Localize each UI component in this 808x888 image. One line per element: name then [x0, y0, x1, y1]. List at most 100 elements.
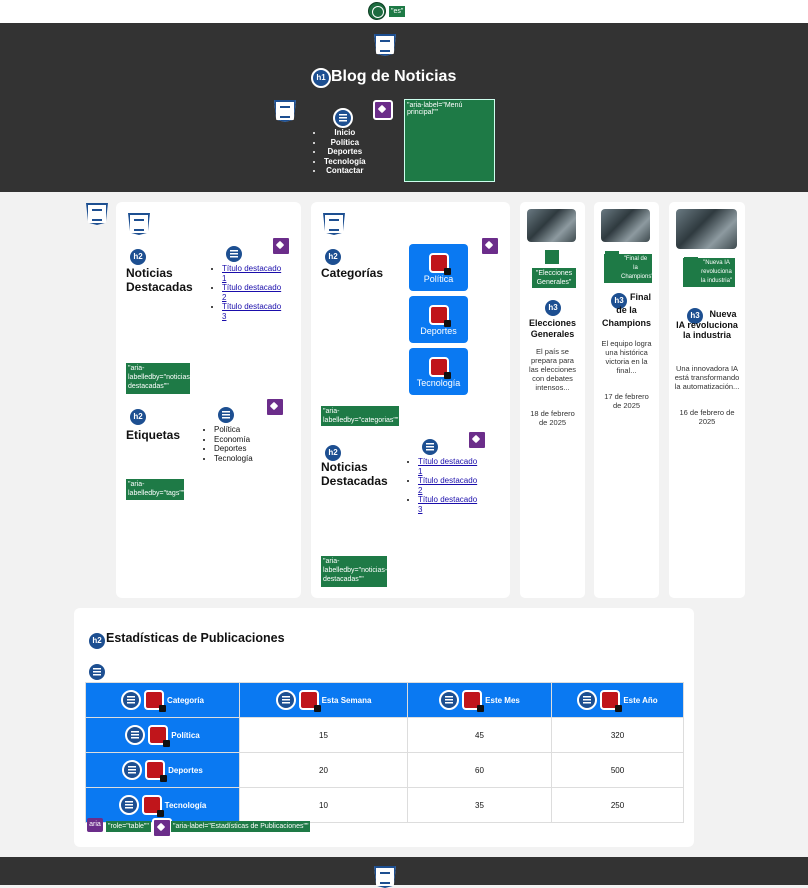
- list-icon: [121, 690, 142, 710]
- column-label: Esta Semana: [321, 695, 372, 705]
- header-cell-icon: [600, 690, 623, 712]
- column-label: Este Mes: [485, 695, 520, 705]
- table-row: Deportes 20 60 500: [85, 752, 684, 788]
- news-thumbnail: [676, 209, 737, 249]
- table-cell: 45: [407, 717, 552, 753]
- featured-links: Título destacado 1 Título destacado 2 Tí…: [210, 264, 282, 321]
- table-row: Política 15 45 320: [85, 717, 684, 753]
- category-button-tecnologia[interactable]: Tecnología: [409, 348, 468, 395]
- tag-icon: [271, 236, 291, 256]
- column-header: Esta Semana: [239, 682, 408, 718]
- list-icon: [122, 760, 143, 780]
- nav-item-tecnologia[interactable]: Tecnología: [324, 157, 366, 167]
- categories-aria-label: "aria-labelledby="categorias"": [321, 406, 399, 426]
- table-cell: 15: [239, 717, 408, 753]
- table-cell: 250: [551, 787, 684, 823]
- table-aria-label: "aria-label="Estadísticas de Publicacion…: [171, 821, 311, 832]
- tag-item[interactable]: Tecnología: [214, 454, 253, 464]
- tag-icon: [480, 236, 500, 256]
- h2-icon: h2: [128, 407, 148, 427]
- news-title: Elecciones Generales: [528, 318, 577, 339]
- row-header-icon: [148, 725, 171, 747]
- categories-heading: Categorías: [321, 266, 384, 280]
- h1-icon: h1: [311, 68, 331, 88]
- news-title: Final de la Champions: [601, 292, 651, 328]
- tags-list: Política Economía Deportes Tecnología: [202, 425, 253, 463]
- button-icon: [429, 253, 451, 275]
- category-button-politica[interactable]: Política: [409, 244, 468, 291]
- row-label: Política: [171, 730, 200, 740]
- featured2-link-3[interactable]: Título destacado 3: [418, 495, 477, 514]
- main-nav: Inicio Política Deportes Tecnología Cont…: [310, 128, 366, 176]
- news-excerpt: El equipo logra una histórica victoria e…: [601, 339, 652, 375]
- featured-link-2[interactable]: Título destacado 2: [222, 283, 281, 302]
- featured-heading: Noticias Destacadas: [126, 266, 193, 294]
- table-icon: [87, 662, 107, 682]
- nav-item-politica[interactable]: Política: [324, 138, 366, 148]
- featured2-link-2[interactable]: Título destacado 2: [418, 476, 477, 495]
- category-label: Deportes: [420, 326, 457, 336]
- html5-aside-icon: [323, 213, 345, 235]
- nav-item-deportes[interactable]: Deportes: [324, 147, 366, 157]
- h3-icon: h3: [543, 298, 563, 318]
- table-cell: 35: [407, 787, 552, 823]
- tag-item[interactable]: Política: [214, 425, 253, 435]
- row-header: Deportes: [85, 752, 240, 788]
- table-cell: 500: [551, 752, 684, 788]
- table-row: Tecnología 10 35 250: [85, 787, 684, 823]
- tag-item[interactable]: Deportes: [214, 444, 253, 454]
- news-card-1[interactable]: "Elecciones Generales" h3 Elecciones Gen…: [520, 202, 585, 598]
- nav-item-contactar[interactable]: Contactar: [324, 166, 366, 176]
- table-cell: 320: [551, 717, 684, 753]
- category-button-deportes[interactable]: Deportes: [409, 296, 468, 343]
- tags-heading: Etiquetas: [126, 428, 181, 442]
- html5-header-icon: [374, 34, 396, 56]
- page-title: Blog de Noticias: [331, 68, 457, 85]
- news-thumbnail: [601, 209, 650, 242]
- row-header: Política: [85, 717, 240, 753]
- featured2-heading: Noticias Destacadas: [321, 460, 388, 488]
- image-alt-label: "Nueva IA revoluciona la industria": [683, 258, 735, 287]
- featured-link-1[interactable]: Título destacado 1: [222, 264, 281, 283]
- lang-attribute-label: "es": [389, 6, 406, 17]
- table-cell: 20: [239, 752, 408, 788]
- news-card-2[interactable]: "Final de la Champions" h3 Final de la C…: [594, 202, 659, 598]
- news-date: 16 de febrero de 2025: [679, 408, 735, 426]
- list-icon: [420, 437, 440, 457]
- row-label: Deportes: [168, 765, 203, 775]
- table-cell: 60: [407, 752, 552, 788]
- image-alt-label: "Final de la Champions": [604, 254, 653, 283]
- globe-icon: [368, 2, 386, 20]
- news-thumbnail: [527, 209, 576, 242]
- list-icon: [224, 244, 244, 264]
- h2-icon: h2: [323, 247, 343, 267]
- column-label: Categoría: [167, 695, 204, 705]
- news-card-3[interactable]: "Nueva IA revoluciona la industria" h3 N…: [669, 202, 745, 598]
- row-header-icon: [141, 795, 164, 817]
- stats-table: Categoría Esta Semana Este Mes Este Año …: [85, 682, 684, 823]
- news-title: Nueva IA revoluciona la industria: [676, 309, 738, 340]
- site-footer: [0, 857, 808, 885]
- html5-nav-icon: [274, 100, 296, 122]
- nav-item-inicio[interactable]: Inicio: [324, 128, 366, 138]
- list-icon: [577, 690, 598, 710]
- category-label: Tecnología: [416, 378, 461, 388]
- aria-role-icon: aria: [87, 818, 103, 832]
- column-header: Este Mes: [407, 682, 552, 718]
- featured-link-3[interactable]: Título destacado 3: [222, 302, 281, 321]
- news-excerpt: El país se prepara para las elecciones c…: [528, 347, 577, 392]
- row-label: Tecnología: [164, 800, 207, 810]
- list-icon: [216, 405, 236, 425]
- list-icon: [118, 795, 139, 815]
- list-icon: [275, 690, 296, 710]
- html5-main-icon: [86, 203, 108, 225]
- button-icon: [429, 305, 451, 327]
- header-cell-icon: [462, 690, 485, 712]
- news-date: 18 de febrero de 2025: [530, 409, 575, 427]
- featured2-link-1[interactable]: Título destacado 1: [418, 457, 477, 476]
- table-role-label: "role="table"": [106, 821, 151, 832]
- tag-icon: [152, 818, 172, 838]
- table-cell: 10: [239, 787, 408, 823]
- nav-aria-label: "aria-label="Menú principal"": [404, 99, 495, 182]
- tag-item[interactable]: Economía: [214, 435, 253, 445]
